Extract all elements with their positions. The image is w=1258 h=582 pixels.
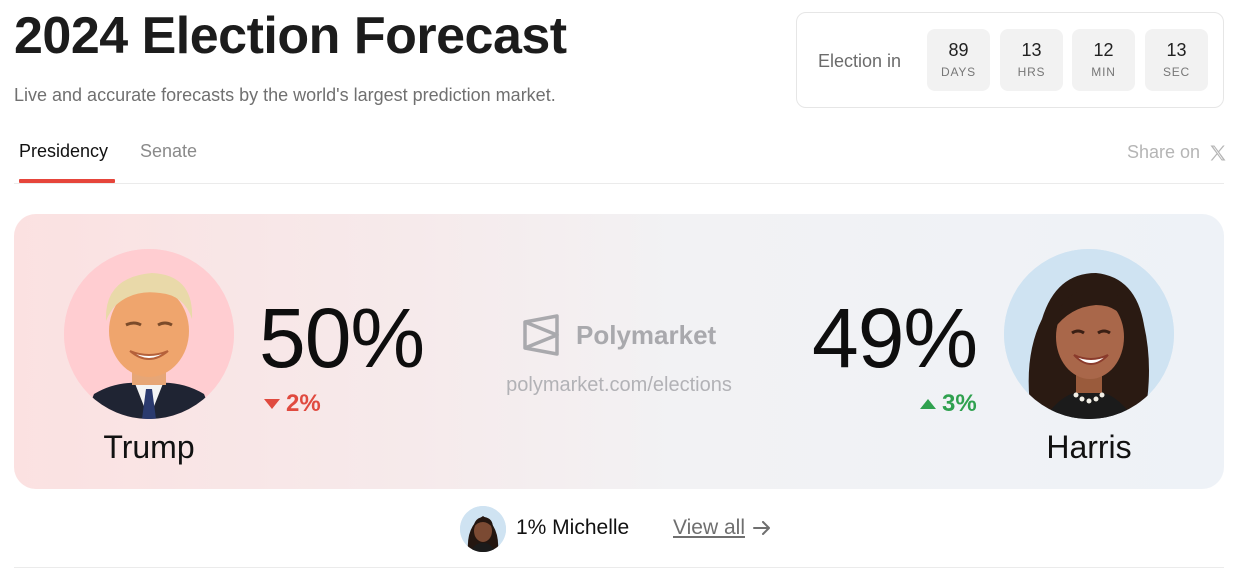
polymarket-brand[interactable]: Polymarket (522, 314, 716, 356)
harris-percent: 49% (812, 291, 978, 385)
polymarket-name: Polymarket (576, 319, 717, 350)
tab-divider (14, 183, 1224, 184)
down-arrow-icon (264, 399, 280, 409)
countdown-unit: MIN (1091, 65, 1116, 79)
harris-portrait-icon (1004, 249, 1174, 419)
polymarket-url[interactable]: polymarket.com/elections (490, 374, 748, 397)
arrow-right-icon (752, 521, 770, 535)
countdown-minutes: 12 MIN (1072, 29, 1135, 91)
countdown-value: 89 (948, 40, 969, 60)
view-all-link[interactable]: View all (673, 516, 771, 540)
harris-name: Harris (1046, 429, 1132, 465)
harris-change: 3% (920, 390, 977, 418)
countdown-value: 12 (1093, 40, 1114, 60)
countdown-unit: HRS (1017, 65, 1046, 79)
trump-change-value: 2% (286, 390, 321, 417)
countdown-unit: SEC (1162, 65, 1191, 79)
michelle-portrait-icon (460, 506, 506, 552)
countdown-unit: DAYS (941, 65, 976, 79)
countdown-days: 89 DAYS (927, 29, 990, 91)
polymarket-logo-icon (523, 314, 559, 356)
michelle-avatar[interactable] (460, 506, 506, 552)
trump-change: 2% (264, 390, 321, 418)
other-candidate-odds[interactable]: 1% Michelle (516, 516, 629, 540)
trump-portrait-icon (64, 249, 234, 419)
countdown-seconds: 13 SEC (1145, 29, 1208, 91)
up-arrow-icon (920, 399, 936, 409)
tab-senate[interactable]: Senate (140, 141, 197, 162)
harris-change-value: 3% (942, 390, 977, 417)
election-forecast-page: 2024 Election Forecast Live and accurate… (0, 0, 1258, 582)
share-label: Share on (1126, 142, 1200, 162)
tab-presidency[interactable]: Presidency (19, 141, 108, 162)
trump-name: Trump (103, 429, 195, 465)
view-all-label: View all (673, 516, 745, 539)
trump-percent: 50% (259, 291, 425, 385)
page-title: 2024 Election Forecast (14, 7, 567, 65)
countdown-hours: 13 HRS (1000, 29, 1063, 91)
bottom-divider (14, 567, 1224, 568)
forecast-card: Trump 50% 2% Polymarket polymarket.com/e… (14, 214, 1224, 489)
x-logo-icon (1210, 145, 1226, 160)
countdown-value: 13 (1021, 40, 1042, 60)
trump-avatar[interactable] (64, 249, 234, 419)
election-countdown: Election in 89 DAYS 13 HRS 12 MIN 13 SEC (796, 12, 1224, 108)
harris-avatar[interactable] (1004, 249, 1174, 419)
countdown-label: Election in (818, 51, 902, 71)
page-subtitle: Live and accurate forecasts by the world… (14, 85, 556, 105)
countdown-value: 13 (1166, 40, 1187, 60)
share-on-x-button[interactable]: Share on (1127, 142, 1228, 163)
